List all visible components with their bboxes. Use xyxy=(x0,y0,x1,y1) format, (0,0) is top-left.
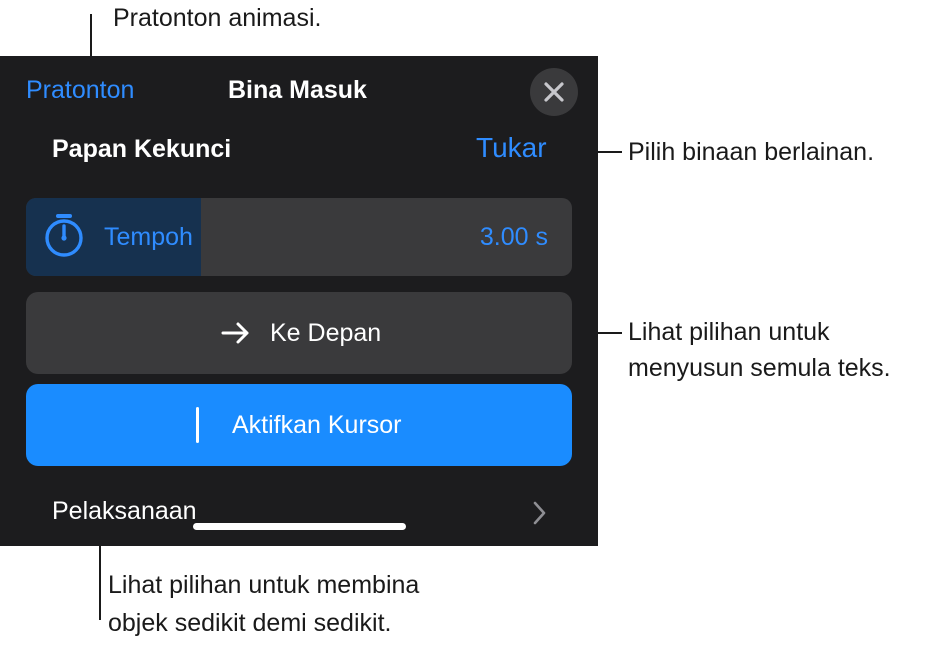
home-indicator[interactable] xyxy=(193,523,406,530)
duration-label: Tempoh xyxy=(104,223,193,251)
direction-label: Ke Depan xyxy=(270,319,382,347)
text-cursor-icon xyxy=(196,407,199,443)
callout-delivery-1: Lihat pilihan untuk membina xyxy=(108,571,420,599)
duration-value: 3.00 s xyxy=(479,223,548,251)
callout-change: Pilih binaan berlainan. xyxy=(628,138,875,166)
close-icon xyxy=(544,82,564,102)
activate-cursor-button[interactable]: Aktifkan Kursor xyxy=(26,384,572,466)
build-in-panel: Pratonton Bina Masuk Papan Kekunci Tukar… xyxy=(0,56,598,546)
arrow-right-icon xyxy=(221,322,249,344)
delivery-label: Pelaksanaan xyxy=(52,497,197,525)
stopwatch-icon xyxy=(45,214,83,257)
preview-button[interactable]: Pratonton xyxy=(26,74,134,106)
callout-delivery-2: objek sedikit demi sedikit. xyxy=(108,609,392,637)
change-button[interactable]: Tukar xyxy=(476,130,547,166)
panel-title: Bina Masuk xyxy=(228,76,367,104)
effect-name: Papan Kekunci xyxy=(52,135,232,163)
chevron-right-icon xyxy=(533,501,546,525)
duration-row[interactable]: Tempoh 3.00 s xyxy=(26,198,572,276)
activate-cursor-label: Aktifkan Kursor xyxy=(232,411,402,439)
callout-preview: Pratonton animasi. xyxy=(113,4,322,32)
callout-direction-2: menyusun semula teks. xyxy=(628,354,891,382)
direction-button[interactable]: Ke Depan xyxy=(26,292,572,374)
close-button[interactable] xyxy=(530,68,578,116)
callout-direction-1: Lihat pilihan untuk xyxy=(628,318,830,346)
